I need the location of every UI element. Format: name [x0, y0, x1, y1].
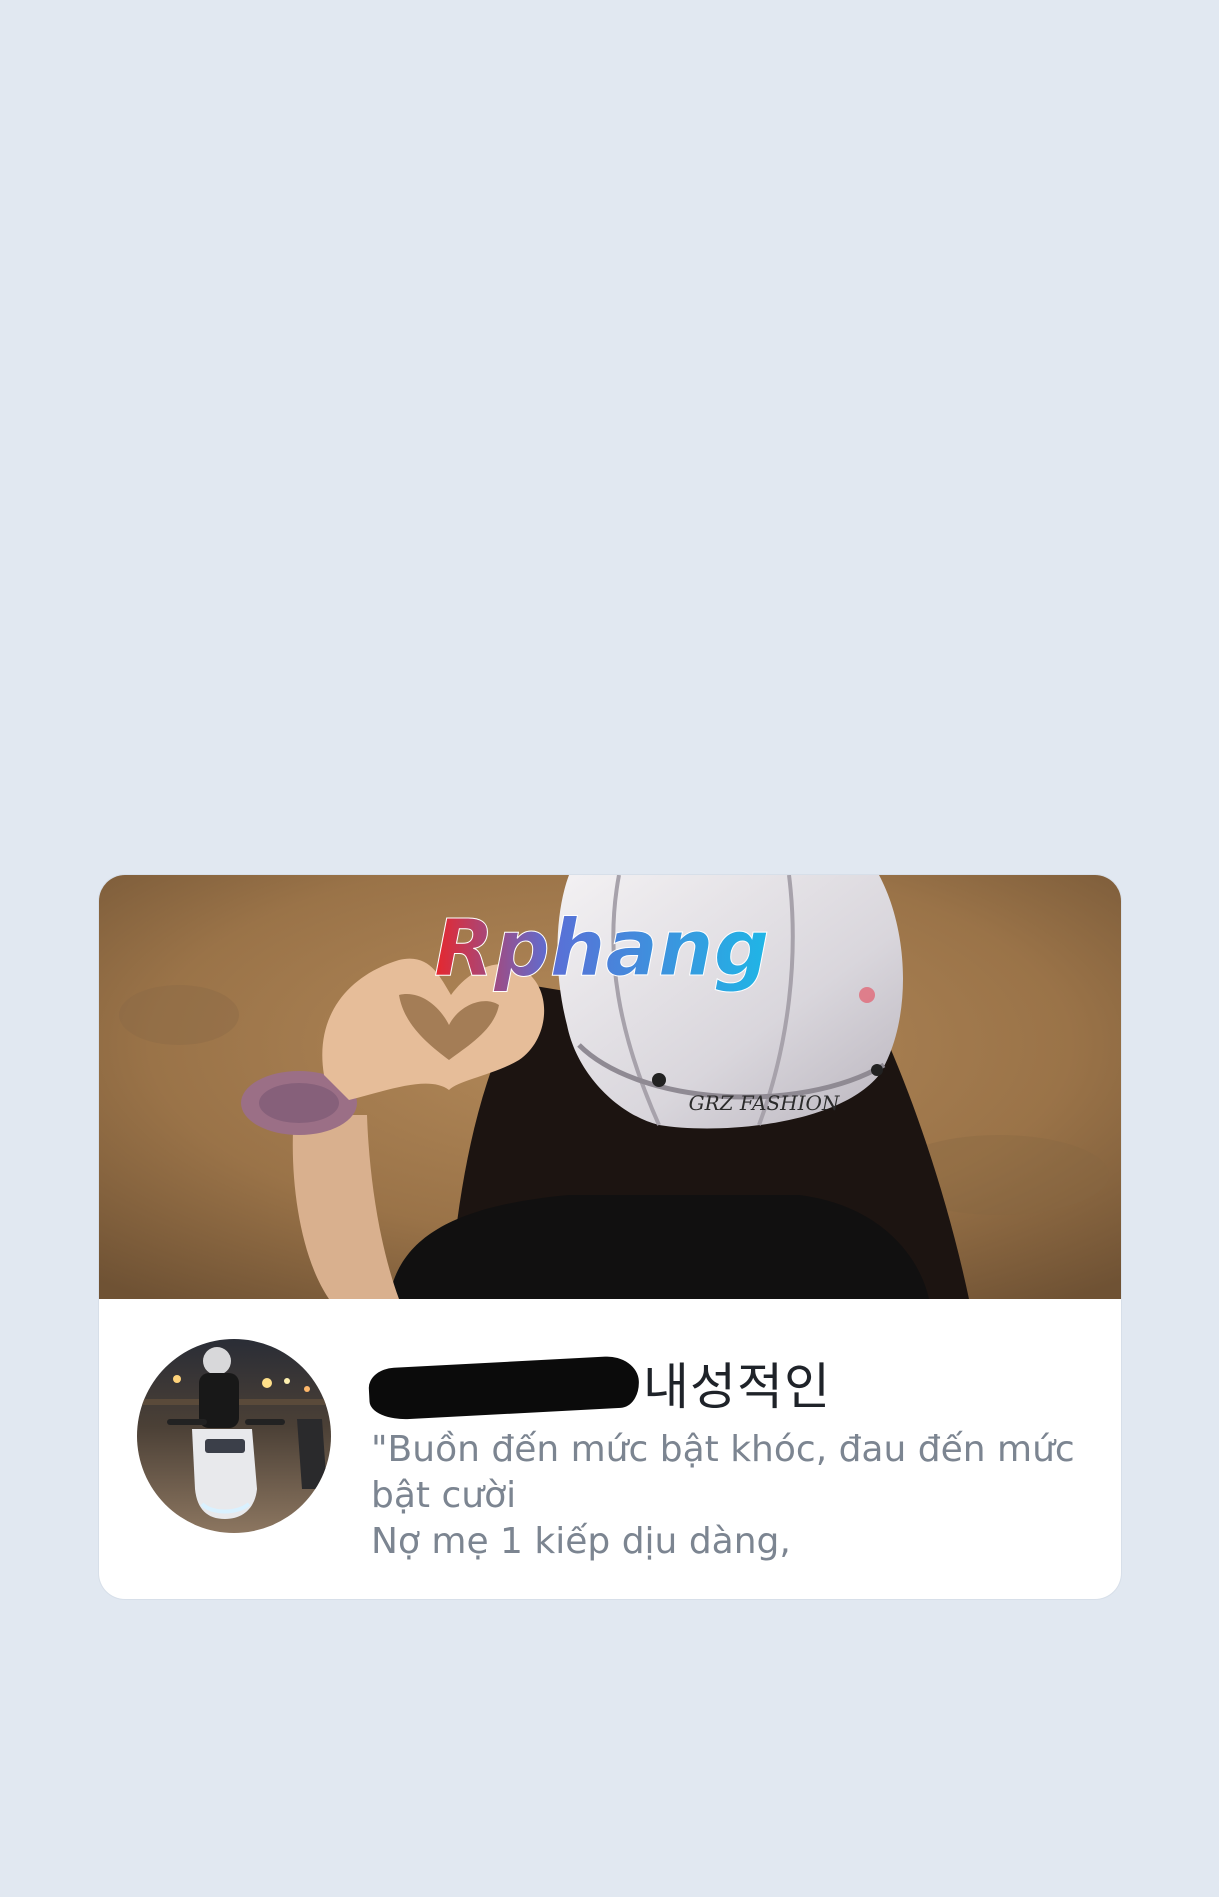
profile-bio: "Buồn đến mức bật khóc, đau đến mức bật …	[371, 1427, 1075, 1565]
profile-avatar[interactable]	[137, 1339, 331, 1533]
bio-line: bật cười	[371, 1475, 517, 1516]
helmet-brand-text: GRZ FASHION	[689, 1091, 841, 1115]
cover-photo[interactable]: GRZ FASHION Rphang	[99, 875, 1121, 1299]
bio-line: Nợ mẹ 1 kiếp dịu dàng,	[371, 1521, 791, 1562]
watermark-logo: Rphang	[434, 904, 769, 994]
redaction-mark	[367, 1354, 641, 1422]
bio-line: "Buồn đến mức bật khóc, đau đến mức	[371, 1429, 1075, 1470]
profile-card: GRZ FASHION Rphang 내성적인 "Buồn đến mức bậ…	[99, 875, 1121, 1599]
profile-name-suffix: 내성적인	[643, 1358, 831, 1416]
profile-name: 내성적인	[367, 1347, 831, 1422]
profile-info: 내성적인 "Buồn đến mức bật khóc, đau đến mức…	[99, 1299, 1121, 1599]
